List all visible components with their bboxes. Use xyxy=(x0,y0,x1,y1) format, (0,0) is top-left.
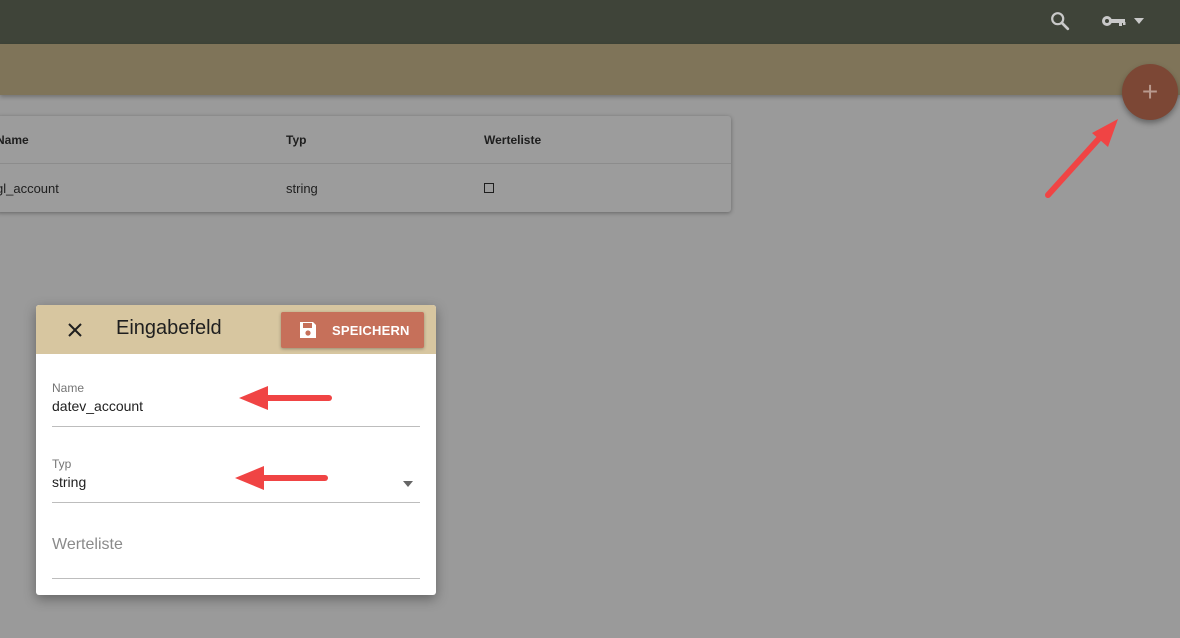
column-header-werteliste[interactable]: Werteliste xyxy=(484,116,541,164)
toolbar-band xyxy=(0,44,1180,95)
typ-select[interactable]: Typ string xyxy=(52,457,420,503)
row-werteliste-checkbox xyxy=(484,164,494,212)
column-header-typ[interactable]: Typ xyxy=(286,116,306,164)
name-field[interactable]: Name datev_account xyxy=(52,381,420,427)
floppy-disk-icon xyxy=(300,322,316,338)
top-app-bar xyxy=(0,0,1180,44)
search-icon xyxy=(1051,12,1070,31)
table-header: Name Typ Werteliste xyxy=(0,116,731,164)
close-icon xyxy=(68,323,82,337)
search-button[interactable] xyxy=(1047,8,1073,34)
key-icon xyxy=(1102,16,1126,26)
annotation-arrow-fab xyxy=(1045,119,1118,198)
close-button[interactable] xyxy=(64,319,86,341)
table-row[interactable]: gl_account string xyxy=(0,164,731,212)
row-name: gl_account xyxy=(0,180,59,196)
typ-select-label: Typ xyxy=(52,457,72,471)
add-icon: + xyxy=(1141,76,1159,107)
input-field-dialog: Eingabefeld SPEICHERN Name datev_account… xyxy=(36,305,436,595)
name-field-label: Name xyxy=(52,381,85,395)
werteliste-field-placeholder: Werteliste xyxy=(52,536,123,553)
werteliste-field[interactable]: Werteliste xyxy=(52,505,420,579)
dialog-header: Eingabefeld SPEICHERN xyxy=(36,305,436,354)
column-header-name[interactable]: Name xyxy=(0,116,29,164)
row-typ: string xyxy=(286,180,318,196)
typ-select-value: string xyxy=(52,474,87,490)
name-field-value: datev_account xyxy=(52,398,144,414)
caret-down-icon xyxy=(1134,18,1144,24)
add-field-button[interactable]: + xyxy=(1122,64,1178,120)
checkbox-icon xyxy=(484,183,494,193)
dialog-title: Eingabefeld xyxy=(116,317,222,339)
save-button[interactable]: SPEICHERN xyxy=(281,312,424,348)
fields-table: Name Typ Werteliste gl_account string xyxy=(0,116,731,212)
save-button-label: SPEICHERN xyxy=(332,322,410,338)
dropdown-arrow-icon xyxy=(403,481,413,487)
account-menu-button[interactable] xyxy=(1101,8,1159,34)
